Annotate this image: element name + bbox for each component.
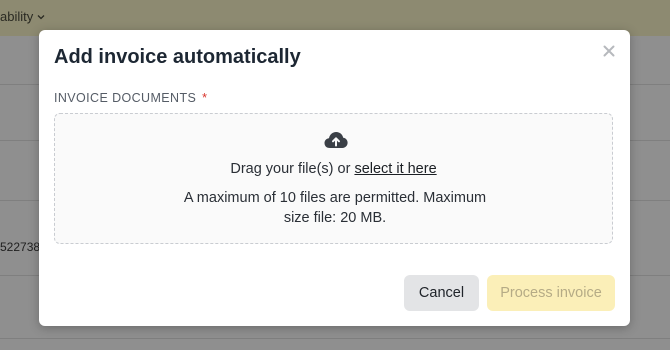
file-limits-text: A maximum of 10 files are permitted. Max… bbox=[175, 188, 495, 228]
drag-text: Drag your file(s) or bbox=[230, 161, 355, 177]
required-marker: * bbox=[202, 91, 208, 105]
add-invoice-modal: Add invoice automatically INVOICE DOCUME… bbox=[39, 30, 630, 326]
invoice-documents-label: INVOICE DOCUMENTS * bbox=[54, 91, 207, 105]
select-file-link[interactable]: select it here bbox=[354, 161, 436, 177]
close-icon[interactable] bbox=[602, 44, 616, 58]
drag-instructions: Drag your file(s) or select it here bbox=[55, 161, 612, 177]
file-dropzone[interactable]: Drag your file(s) or select it here A ma… bbox=[54, 113, 613, 244]
background-filter: ability bbox=[0, 9, 46, 24]
background-divider bbox=[0, 338, 670, 339]
limits-line: size file: 20 MB. bbox=[283, 210, 387, 226]
background-filter-label: ability bbox=[0, 9, 34, 24]
background-table-cell: 522738 bbox=[0, 240, 41, 254]
field-label-text: INVOICE DOCUMENTS bbox=[54, 91, 197, 105]
limits-line: A maximum of 10 files are permitted. Max… bbox=[183, 190, 487, 206]
chevron-down-icon bbox=[37, 14, 45, 19]
modal-title: Add invoice automatically bbox=[54, 46, 301, 68]
cloud-upload-icon bbox=[324, 132, 348, 148]
process-invoice-button[interactable]: Process invoice bbox=[487, 275, 615, 311]
cancel-button[interactable]: Cancel bbox=[404, 275, 479, 311]
